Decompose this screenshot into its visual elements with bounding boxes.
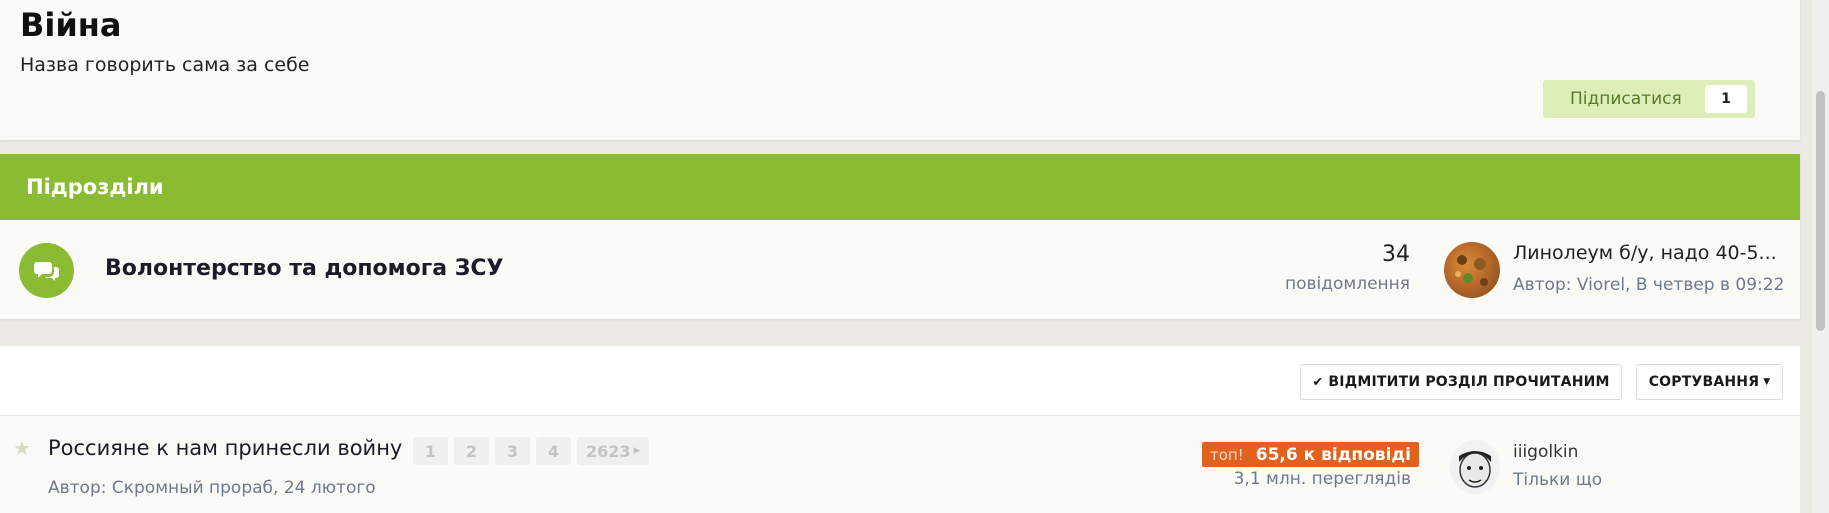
- chat-bubbles-icon: [19, 243, 74, 298]
- last-poster-link[interactable]: iiigolkin: [1513, 442, 1578, 462]
- forum-header: Війна Назва говорить сама за себе Підпис…: [0, 0, 1800, 140]
- page-link[interactable]: 2: [454, 437, 489, 465]
- forum-post-count-label: повідомлення: [1284, 274, 1410, 294]
- subforums-title: Підрозділи: [26, 175, 164, 199]
- topic-toolbar: ✔ ВІДМІТИТИ РОЗДІЛ ПРОЧИТАНИМ СОРТУВАННЯ…: [0, 346, 1800, 416]
- avatar[interactable]: [1450, 440, 1500, 494]
- mark-read-button[interactable]: ✔ ВІДМІТИТИ РОЗДІЛ ПРОЧИТАНИМ: [1300, 364, 1622, 400]
- topic-pagination: 1 2 3 4 2623 ▶: [413, 437, 650, 465]
- scrollbar-thumb[interactable]: [1816, 91, 1825, 331]
- last-post-time: Тільки що: [1513, 470, 1603, 490]
- sort-button[interactable]: СОРТУВАННЯ ▼: [1636, 364, 1783, 400]
- star-icon[interactable]: ★: [13, 436, 31, 460]
- view-count: 3,1 млн. переглядів: [1233, 469, 1411, 489]
- last-post-meta: Автор: Viorel, В четвер в 09:22: [1513, 275, 1785, 295]
- subforums-header: Підрозділи: [0, 154, 1800, 220]
- forum-post-count: 34: [1382, 242, 1410, 267]
- reply-count: 65,6 к відповіді: [1255, 444, 1411, 465]
- caret-down-icon: ▼: [1763, 377, 1771, 387]
- forum-row: Волонтерство та допомога ЗСУ 34 повідомл…: [0, 220, 1800, 319]
- hot-topic-badge: топ! 65,6 к відповіді: [1202, 442, 1419, 467]
- last-page-number: 2623: [586, 441, 631, 461]
- follow-count-badge: 1: [1705, 85, 1747, 113]
- follow-button-label: Підписатися: [1570, 89, 1682, 109]
- topic-row: ★ Россияне к нам принесли войну 1 2 3 4 …: [0, 416, 1800, 513]
- mark-read-label: ВІДМІТИТИ РОЗДІЛ ПРОЧИТАНИМ: [1328, 374, 1610, 390]
- subforums-section: Підрозділи Волонтерство та допомога ЗСУ …: [0, 154, 1800, 319]
- sort-label: СОРТУВАННЯ: [1648, 374, 1760, 390]
- follow-button[interactable]: Підписатися 1: [1543, 80, 1755, 118]
- page-subtitle: Назва говорить сама за себе: [20, 54, 310, 76]
- page-scrollbar[interactable]: [1812, 0, 1829, 513]
- topic-list: ✔ ВІДМІТИТИ РОЗДІЛ ПРОЧИТАНИМ СОРТУВАННЯ…: [0, 346, 1800, 513]
- page-link[interactable]: 4: [536, 437, 571, 465]
- page-link[interactable]: 3: [495, 437, 530, 465]
- hot-label: топ!: [1210, 445, 1244, 464]
- forum-link[interactable]: Волонтерство та допомога ЗСУ: [105, 256, 504, 281]
- page-link[interactable]: 1: [413, 437, 448, 465]
- topic-meta: Автор: Скромный прораб, 24 лютого: [48, 478, 376, 498]
- caret-right-icon: ▶: [633, 446, 641, 456]
- last-poster-avatar[interactable]: [1444, 242, 1500, 298]
- check-icon: ✔: [1312, 374, 1324, 390]
- last-page-link[interactable]: 2623 ▶: [577, 437, 650, 465]
- last-post-link[interactable]: Линолеум б/у, надо 40-5...: [1513, 242, 1783, 264]
- topic-title-link[interactable]: Россияне к нам принесли войну: [48, 436, 402, 460]
- page-title: Війна: [20, 6, 122, 44]
